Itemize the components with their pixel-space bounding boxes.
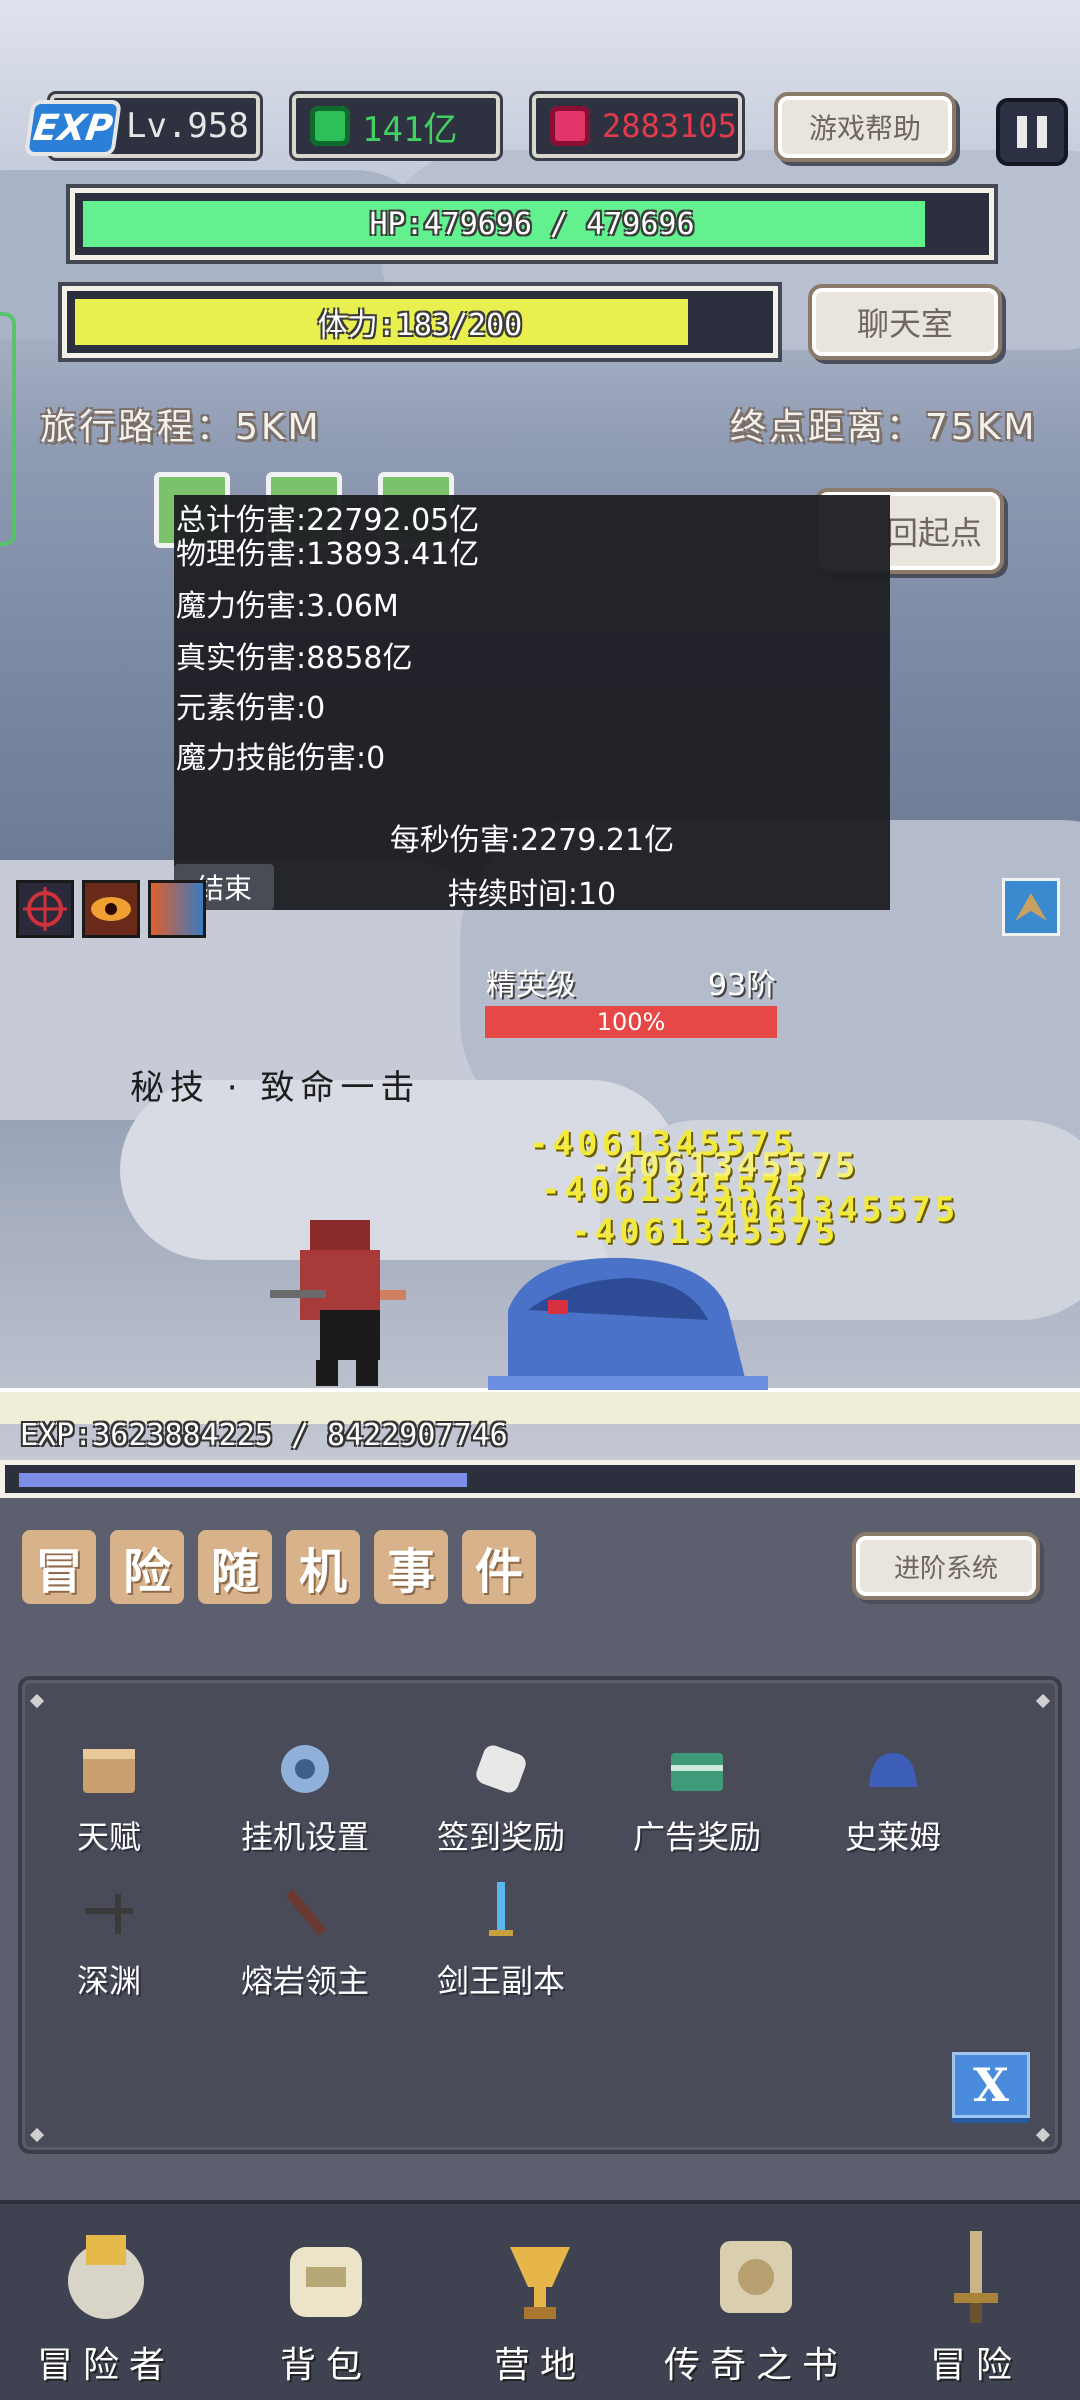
hero-character	[270, 1220, 406, 1386]
slime-enemy	[488, 1257, 768, 1390]
legend-book-icon	[701, 2222, 811, 2332]
nav-legend-book[interactable]: 传奇之书	[656, 2222, 856, 2388]
item-label: 深渊	[76, 1962, 141, 2000]
level-text: Lv.958	[126, 106, 249, 146]
stamina-text: 体力:183/200	[317, 308, 523, 343]
knight-helmet-icon	[51, 2222, 161, 2332]
exp-badge-text: EXP	[30, 107, 116, 149]
physical-damage: 物理伤害:13893.41亿	[176, 537, 480, 572]
green-gem-icon	[310, 106, 350, 146]
enemy-tier: 93阶	[708, 968, 777, 1003]
return-start-label: 回起点	[885, 514, 982, 552]
fire-buff-icon	[148, 880, 206, 938]
item-label: 签到奖励	[436, 1818, 565, 1856]
close-button[interactable]: X	[952, 2052, 1030, 2118]
nav-label: 背包	[279, 2345, 372, 2386]
title-char: 件	[462, 1530, 536, 1604]
chat-room-button[interactable]: 聊天室	[808, 284, 1002, 360]
true-damage: 真实伤害:8858亿	[176, 641, 413, 676]
nav-label: 冒险者	[36, 2345, 175, 2386]
exp-bar	[0, 1460, 1080, 1498]
item-label: 剑王副本	[436, 1962, 565, 2000]
idle-settings-item[interactable]: 挂机设置	[220, 1736, 390, 1858]
enemy-rank: 精英级	[486, 968, 576, 1003]
element-damage: 元素伤害:0	[176, 691, 326, 726]
ad-reward-item[interactable]: 广告奖励	[612, 1736, 782, 1858]
duration-text: 持续时间:10	[447, 877, 617, 912]
corner-decoration	[1035, 2127, 1051, 2143]
item-label: 挂机设置	[240, 1818, 369, 1856]
eye-buff-icon	[82, 880, 140, 938]
exp-bar-fill	[19, 1473, 467, 1487]
pause-icon	[1037, 116, 1047, 148]
damage-number: -4061345575	[570, 1212, 840, 1252]
skill-name: 秘技 · 致命一击	[130, 1068, 421, 1108]
green-gem-counter: 141亿	[292, 94, 500, 158]
magic-damage: 魔力伤害:3.06M	[176, 589, 399, 624]
enemy-hp-bar: 100%	[485, 1006, 777, 1038]
magic-skill-damage: 魔力技能伤害:0	[176, 741, 386, 776]
item-label: 熔岩领主	[240, 1962, 369, 2000]
slime-item[interactable]: 史莱姆	[808, 1736, 978, 1858]
random-events-title: 冒 险 随 机 事 件	[22, 1530, 536, 1604]
scroll-icon	[468, 1736, 534, 1802]
exp-text: EXP:3623884225 / 8422907746	[20, 1418, 508, 1453]
travel-distance: 旅行路程：5KM	[40, 407, 322, 448]
nav-camp[interactable]: 营地	[440, 2222, 640, 2388]
exp-badge-icon: EXP	[24, 100, 122, 156]
nav-label: 传奇之书	[663, 2345, 848, 2386]
game-help-button[interactable]: 游戏帮助	[774, 92, 956, 162]
talent-item[interactable]: 天赋	[24, 1736, 194, 1858]
title-char: 随	[198, 1530, 272, 1604]
sword-icon	[921, 2222, 1031, 2332]
red-gem-amount: 2883105	[602, 107, 737, 145]
red-gem-icon	[550, 106, 590, 146]
nav-label: 冒险	[929, 2345, 1022, 2386]
abyss-item[interactable]: 深渊	[24, 1880, 194, 2002]
green-gem-amount: 141亿	[362, 109, 458, 150]
lava-lord-item[interactable]: 熔岩领主	[220, 1880, 390, 2002]
crossbow-icon	[76, 1880, 142, 1946]
hp-bar: HP:479696 / 479696	[70, 188, 994, 260]
wings-skill-icon[interactable]	[1002, 878, 1060, 936]
nav-adventure[interactable]: 冒险	[876, 2222, 1076, 2388]
backpack-icon	[271, 2222, 381, 2332]
gear-icon	[272, 1736, 338, 1802]
advance-system-button[interactable]: 进阶系统	[852, 1532, 1040, 1600]
title-char: 事	[374, 1530, 448, 1604]
nav-adventurer[interactable]: 冒险者	[6, 2222, 206, 2388]
corner-decoration	[1035, 1693, 1051, 1709]
lava-sword-icon	[272, 1880, 338, 1946]
sign-in-reward-item[interactable]: 签到奖励	[416, 1736, 586, 1858]
remaining-distance: 终点距离：75KM	[730, 407, 1038, 448]
title-char: 机	[286, 1530, 360, 1604]
item-label: 天赋	[76, 1818, 141, 1856]
item-label: 史莱姆	[844, 1818, 941, 1856]
hp-text: HP:479696 / 479696	[369, 206, 695, 242]
pause-button[interactable]	[996, 98, 1068, 166]
stamina-bar: 体力:183/200	[62, 286, 778, 358]
side-tab[interactable]	[0, 312, 16, 546]
corner-decoration	[29, 1693, 45, 1709]
red-gem-counter: 2883105	[532, 94, 742, 158]
chest-icon	[664, 1736, 730, 1802]
camp-trophy-icon	[485, 2222, 595, 2332]
slime-icon	[860, 1736, 926, 1802]
pause-icon	[1017, 116, 1027, 148]
corner-decoration	[29, 2127, 45, 2143]
title-char: 险	[110, 1530, 184, 1604]
dps-text: 每秒伤害:2279.21亿	[389, 823, 675, 858]
sword-king-dungeon-item[interactable]: 剑王副本	[416, 1880, 586, 2002]
enemy-hp-percent: 100%	[596, 1008, 666, 1036]
item-label: 广告奖励	[632, 1818, 761, 1856]
blue-sword-icon	[468, 1880, 534, 1946]
nav-label: 营地	[493, 2345, 586, 2386]
book-icon	[76, 1736, 142, 1802]
damage-stats-panel: 总计伤害:22792.05亿 物理伤害:13893.41亿 魔力伤害:3.06M…	[174, 495, 890, 912]
title-char: 冒	[22, 1530, 96, 1604]
target-buff-icon	[16, 880, 74, 938]
nav-backpack[interactable]: 背包	[226, 2222, 426, 2388]
